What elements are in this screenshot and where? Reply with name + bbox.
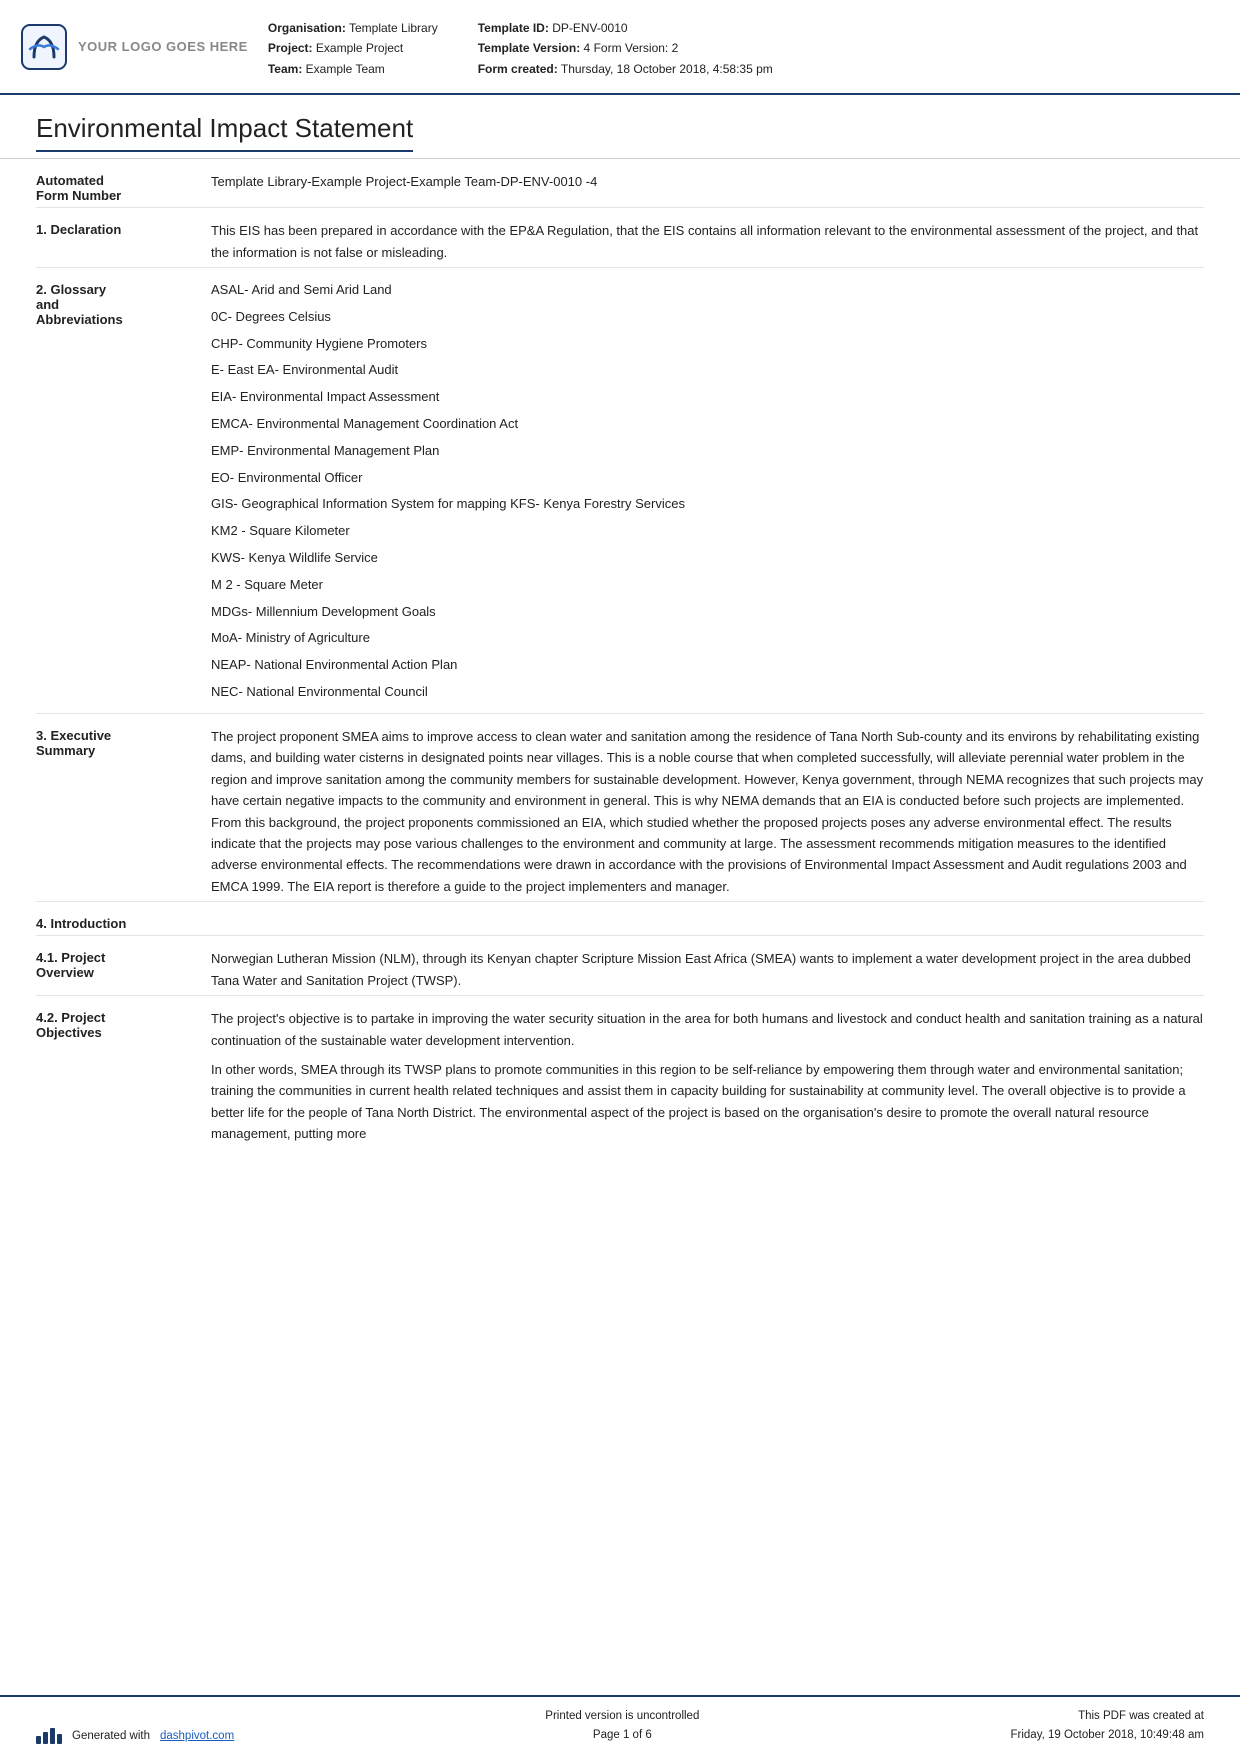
- section4-1-label: 4.1. Project Overview: [36, 948, 211, 991]
- section2-row: 2. Glossary and Abbreviations ASAL- Arid…: [36, 268, 1204, 714]
- footer-bars-icon: [36, 1728, 62, 1744]
- template-version-label: Template Version:: [478, 41, 580, 55]
- project-value: Example Project: [316, 41, 403, 55]
- project-label: Project:: [268, 41, 313, 55]
- glossary-item: ASAL- Arid and Semi Arid Land: [211, 280, 1204, 301]
- footer-right-line1: This PDF was created at: [1011, 1707, 1204, 1725]
- template-id-row: Template ID: DP-ENV-0010: [478, 18, 773, 38]
- section4-row: 4. Introduction: [36, 902, 1204, 936]
- section1-label: 1. Declaration: [36, 220, 211, 263]
- footer-center-line1: Printed version is uncontrolled: [545, 1707, 699, 1725]
- section2-content: ASAL- Arid and Semi Arid Land 0C- Degrees…: [211, 280, 1204, 709]
- glossary-item: 0C- Degrees Celsius: [211, 307, 1204, 328]
- footer-center-line2: Page 1 of 6: [545, 1726, 699, 1744]
- section4-1-content: Norwegian Lutheran Mission (NLM), throug…: [211, 948, 1204, 991]
- page: YOUR LOGO GOES HERE Organisation: Templa…: [0, 0, 1240, 1754]
- template-id-label: Template ID:: [478, 21, 549, 35]
- glossary-item: NEAP- National Environmental Action Plan: [211, 655, 1204, 676]
- header: YOUR LOGO GOES HERE Organisation: Templa…: [0, 0, 1240, 95]
- glossary-item: EIA- Environmental Impact Assessment: [211, 387, 1204, 408]
- section4-2-label: 4.2. Project Objectives: [36, 1008, 211, 1145]
- automated-form-row: Automated Form Number Template Library-E…: [36, 159, 1204, 208]
- template-id-value: DP-ENV-0010: [552, 21, 627, 35]
- section4-2-content: The project's objective is to partake in…: [211, 1008, 1204, 1145]
- glossary-item: MoA- Ministry of Agriculture: [211, 628, 1204, 649]
- form-created-label: Form created:: [478, 62, 558, 76]
- section3-row: 3. Executive Summary The project propone…: [36, 714, 1204, 903]
- glossary-item: EMCA- Environmental Management Coordinat…: [211, 414, 1204, 435]
- dashpivot-link[interactable]: dashpivot.com: [160, 1730, 234, 1742]
- footer-left: Generated with dashpivot.com: [36, 1728, 234, 1744]
- form-created-row: Form created: Thursday, 18 October 2018,…: [478, 59, 773, 79]
- bar3: [50, 1728, 55, 1744]
- team-value: Example Team: [306, 62, 385, 76]
- header-col-right: Template ID: DP-ENV-0010 Template Versio…: [478, 18, 773, 79]
- bar4: [57, 1734, 62, 1744]
- glossary-item: E- East EA- Environmental Audit: [211, 360, 1204, 381]
- bar1: [36, 1736, 41, 1744]
- footer: Generated with dashpivot.com Printed ver…: [0, 1695, 1240, 1754]
- section3-label: 3. Executive Summary: [36, 726, 211, 898]
- logo-text: YOUR LOGO GOES HERE: [78, 39, 248, 54]
- org-label: Organisation:: [268, 21, 346, 35]
- project-row: Project: Example Project: [268, 38, 438, 58]
- form-created-value: Thursday, 18 October 2018, 4:58:35 pm: [561, 62, 773, 76]
- logo-icon: [20, 23, 68, 71]
- team-row: Team: Example Team: [268, 59, 438, 79]
- glossary-item: CHP- Community Hygiene Promoters: [211, 334, 1204, 355]
- org-row: Organisation: Template Library: [268, 18, 438, 38]
- org-value: Template Library: [349, 21, 438, 35]
- section4-2-row: 4.2. Project Objectives The project's ob…: [36, 996, 1204, 1149]
- footer-center: Printed version is uncontrolled Page 1 o…: [545, 1707, 699, 1744]
- glossary-item: NEC- National Environmental Council: [211, 682, 1204, 703]
- form-version-value: 2: [672, 41, 679, 55]
- footer-right-line2: Friday, 19 October 2018, 10:49:48 am: [1011, 1726, 1204, 1744]
- bar2: [43, 1732, 48, 1744]
- glossary-item: M 2 - Square Meter: [211, 575, 1204, 596]
- generated-text: Generated with: [72, 1730, 150, 1742]
- template-version-row: Template Version: 4 Form Version: 2: [478, 38, 773, 58]
- glossary-item: EMP- Environmental Management Plan: [211, 441, 1204, 462]
- glossary-item: GIS- Geographical Information System for…: [211, 494, 1204, 515]
- template-version-value: 4: [584, 41, 591, 55]
- team-label: Team:: [268, 62, 302, 76]
- glossary-item: KWS- Kenya Wildlife Service: [211, 548, 1204, 569]
- doc-title-row: Environmental Impact Statement: [0, 95, 1240, 159]
- glossary-item: KM2 - Square Kilometer: [211, 521, 1204, 542]
- section1-content: This EIS has been prepared in accordance…: [211, 220, 1204, 263]
- automated-form-value: Template Library-Example Project-Example…: [211, 171, 1204, 203]
- doc-title: Environmental Impact Statement: [36, 113, 413, 152]
- form-version-label: Form Version:: [594, 41, 669, 55]
- section2-label: 2. Glossary and Abbreviations: [36, 280, 211, 709]
- content: Automated Form Number Template Library-E…: [0, 159, 1240, 1695]
- header-col-left: Organisation: Template Library Project: …: [268, 18, 438, 79]
- section1-row: 1. Declaration This EIS has been prepare…: [36, 208, 1204, 268]
- section4-label: 4. Introduction: [36, 914, 211, 931]
- logo-area: YOUR LOGO GOES HERE: [20, 14, 248, 79]
- section4-content: [211, 914, 1204, 931]
- glossary-item: MDGs- Millennium Development Goals: [211, 602, 1204, 623]
- header-meta: Organisation: Template Library Project: …: [268, 14, 1204, 79]
- automated-form-label: Automated Form Number: [36, 171, 211, 203]
- section3-content: The project proponent SMEA aims to impro…: [211, 726, 1204, 898]
- glossary-item: EO- Environmental Officer: [211, 468, 1204, 489]
- section4-1-row: 4.1. Project Overview Norwegian Lutheran…: [36, 936, 1204, 996]
- footer-right: This PDF was created at Friday, 19 Octob…: [1011, 1707, 1204, 1744]
